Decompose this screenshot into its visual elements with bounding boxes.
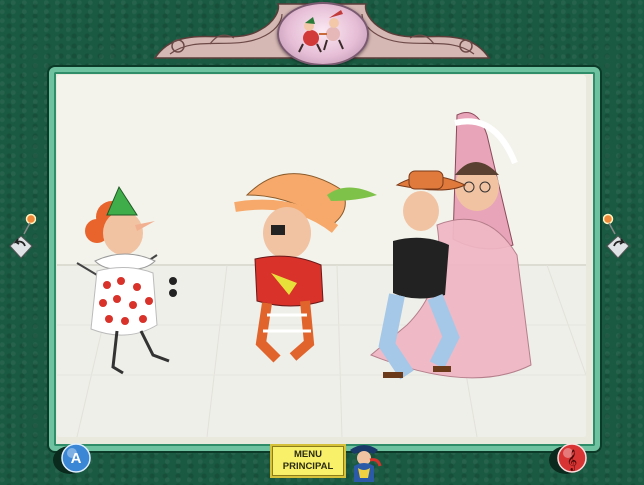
music-button-label: 𝄞 bbox=[567, 450, 578, 471]
back-button[interactable] bbox=[6, 210, 37, 260]
pirate-parrot-mascot-icon bbox=[350, 445, 382, 482]
dancing-characters-medallion-icon bbox=[298, 10, 344, 53]
forward-button[interactable] bbox=[602, 210, 633, 260]
medallion-button[interactable] bbox=[277, 2, 369, 66]
alphabet-button[interactable]: A bbox=[52, 440, 94, 476]
illustration-scene bbox=[57, 75, 586, 437]
music-button[interactable]: 𝄞 bbox=[548, 440, 590, 476]
dancing-characters-illustration bbox=[57, 112, 586, 437]
back-arrow-icon bbox=[9, 213, 37, 259]
letter-a-icon: A bbox=[53, 443, 91, 474]
dancing-couple-characters bbox=[370, 112, 532, 380]
main-menu-button-label: MENU PRINCIPAL bbox=[282, 449, 334, 472]
alphabet-button-label: A bbox=[71, 450, 82, 467]
window-frame: A MENU PRINCIPAL 𝄞 bbox=[0, 0, 644, 485]
forward-arrow-icon bbox=[602, 213, 630, 259]
main-menu-button[interactable]: MENU PRINCIPAL bbox=[270, 444, 346, 478]
treble-clef-icon: 𝄞 bbox=[549, 443, 587, 474]
